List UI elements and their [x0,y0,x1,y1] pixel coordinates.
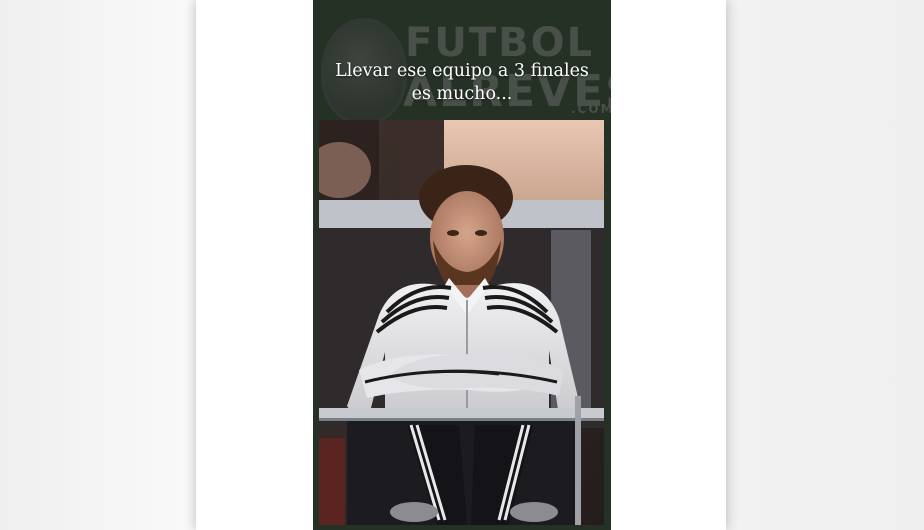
shoe-right [510,502,558,522]
meme-viewer: FUTBOL ALREVES .COM Llevar ese equipo a … [0,0,924,530]
photo-illustration [319,120,604,525]
red-seat [319,438,345,525]
shoe-left [390,502,438,522]
railing-post [575,396,581,525]
meme-card: FUTBOL ALREVES .COM Llevar ese equipo a … [313,0,611,530]
railing-bar [319,408,604,418]
meme-photo [319,120,604,525]
railing-shadow [319,418,604,421]
caption-line-2: es mucho... [411,84,513,104]
meme-caption: Llevar ese equipo a 3 finales es mucho..… [313,60,611,106]
caption-line-1: Llevar ese equipo a 3 finales [335,61,589,81]
right-eye [475,230,487,236]
left-eye [447,230,459,236]
